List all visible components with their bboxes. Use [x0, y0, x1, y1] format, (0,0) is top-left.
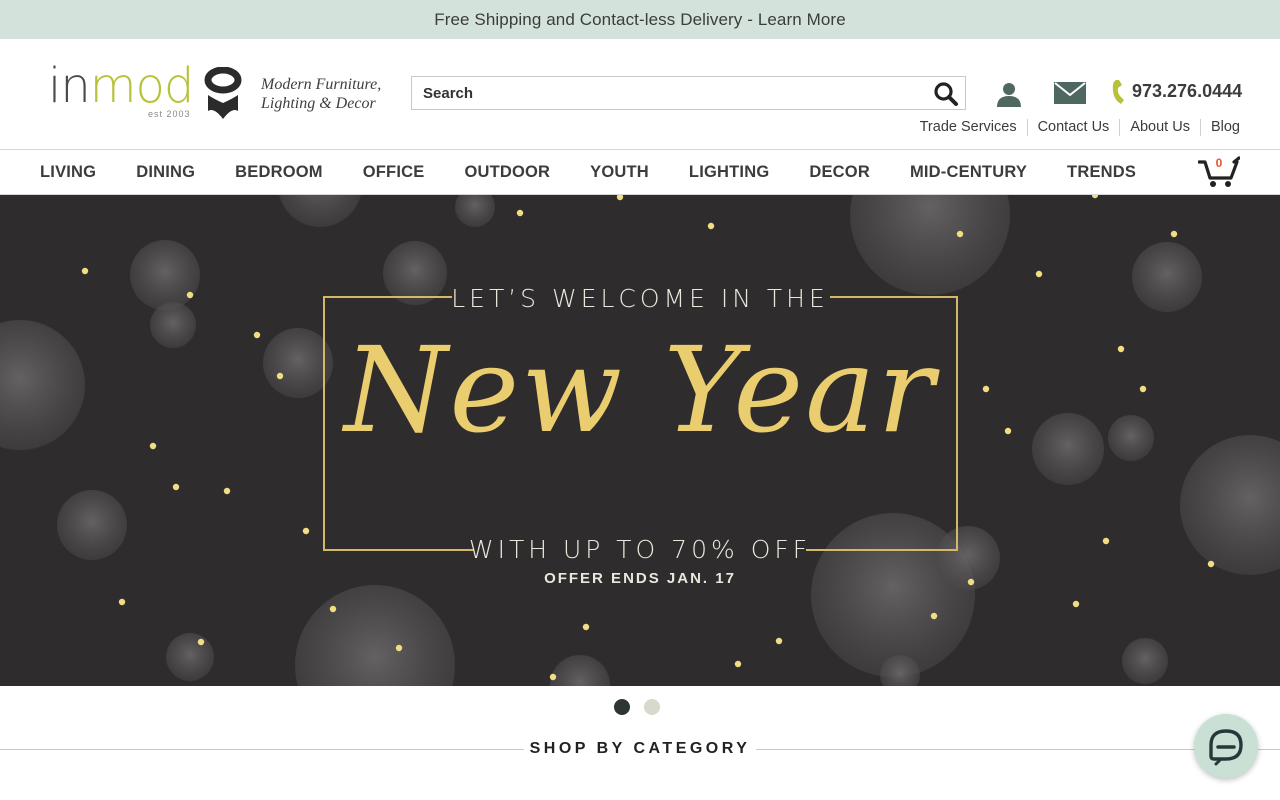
cart-button[interactable]: 0: [1197, 156, 1241, 188]
mail-icon[interactable]: [1054, 82, 1086, 104]
search-button[interactable]: [933, 81, 959, 107]
chat-button[interactable]: [1194, 714, 1258, 778]
nav-mid-century[interactable]: MID-CENTURY: [910, 163, 1027, 182]
shop-by-category-heading: SHOP BY CATEGORY: [0, 736, 1280, 762]
phone-icon[interactable]: [1111, 79, 1127, 105]
carousel-dot-1[interactable]: [614, 699, 630, 715]
nav-trends[interactable]: TRENDS: [1067, 163, 1136, 182]
nav-outdoor[interactable]: OUTDOOR: [464, 163, 550, 182]
search-box: [411, 76, 966, 110]
promo-bar: Free Shipping and Contact-less Delivery …: [0, 0, 1280, 39]
search-icon: [934, 82, 958, 106]
nav-office[interactable]: OFFICE: [363, 163, 425, 182]
nav-youth[interactable]: YOUTH: [590, 163, 649, 182]
link-about-us[interactable]: About Us: [1119, 119, 1200, 136]
carousel-dots: [614, 699, 660, 715]
link-contact-us[interactable]: Contact Us: [1026, 119, 1120, 136]
search-input[interactable]: [412, 77, 922, 109]
link-blog[interactable]: Blog: [1199, 119, 1240, 136]
chat-icon: [1209, 729, 1243, 766]
hero-banner[interactable]: LET’S WELCOME IN THE New Year WITH UP TO…: [0, 195, 1280, 686]
tagline: Modern Furniture, Lighting & Decor: [261, 76, 382, 112]
cart-count: 0: [1215, 156, 1223, 170]
main-nav: LIVING DINING BEDROOM OFFICE OUTDOOR YOU…: [0, 149, 1280, 195]
site-header: inmod est 2003 Modern Furniture, Lightin…: [0, 39, 1280, 150]
carousel-dot-2[interactable]: [644, 699, 660, 715]
hero-offer: WITH UP TO 70% OFF: [468, 535, 812, 564]
utility-links: Trade Services Contact Us About Us Blog: [910, 119, 1240, 136]
promo-link[interactable]: Free Shipping and Contact-less Delivery …: [434, 10, 846, 30]
nav-living[interactable]: LIVING: [40, 163, 96, 182]
nav-dining[interactable]: DINING: [136, 163, 195, 182]
logo-mark-icon: [204, 67, 242, 119]
nav-bedroom[interactable]: BEDROOM: [235, 163, 323, 182]
section-title: SHOP BY CATEGORY: [529, 740, 751, 757]
logo-est: est 2003: [148, 109, 191, 119]
logo-wordmark: inmod: [48, 58, 194, 114]
phone-number[interactable]: 973.276.0444: [1132, 81, 1242, 102]
nav-lighting[interactable]: LIGHTING: [689, 163, 769, 182]
user-icon[interactable]: [996, 81, 1022, 107]
nav-decor[interactable]: DECOR: [809, 163, 870, 182]
hero-kicker: LET’S WELCOME IN THE: [451, 284, 829, 313]
site-logo[interactable]: inmod est 2003: [48, 58, 248, 123]
link-trade-services[interactable]: Trade Services: [910, 119, 1027, 136]
hero-offer-end: OFFER ENDS JAN. 17: [544, 570, 736, 587]
hero-headline: New Year: [344, 321, 936, 459]
